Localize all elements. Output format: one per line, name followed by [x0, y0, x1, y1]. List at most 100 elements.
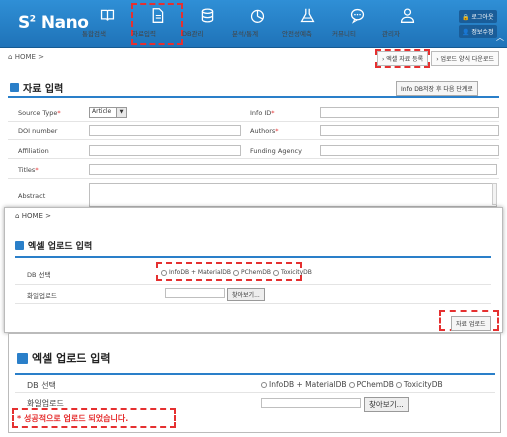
source-type-label: Source Type* [18, 109, 61, 117]
row-divider [15, 392, 495, 393]
row-divider [8, 158, 499, 159]
radio-label: PChemDB [356, 380, 394, 389]
section-divider [15, 256, 491, 258]
titles-label: Titles* [18, 166, 39, 174]
subtabs: › 엑셀 자료 등록 › 업로드 양식 다운로드 [374, 49, 499, 68]
radio-label: PChemDB [241, 269, 271, 276]
document-icon [152, 8, 163, 23]
nav-item-db-manage[interactable]: DB관리 [182, 4, 232, 44]
section-title-text: 엑셀 업로드 입력 [28, 242, 93, 252]
nav-item-analysis[interactable]: 분석/통계 [232, 4, 282, 44]
nav-item-admin[interactable]: 관리자 [382, 4, 432, 44]
radio-label: ToxicityDB [403, 380, 443, 389]
panel-breadcrumb: ⌂ HOME > [15, 212, 51, 220]
nav-label: 커뮤니티 [332, 30, 356, 38]
section-marker-icon [10, 83, 19, 92]
row-divider [8, 139, 499, 140]
authors-field[interactable] [320, 125, 499, 136]
piechart-icon [250, 9, 264, 23]
radio-label: InfoDB + MaterialDB [169, 269, 232, 276]
funding-agency-label: Funding Agency [250, 147, 302, 155]
radio-infodb[interactable] [261, 381, 267, 388]
home-icon[interactable]: ⌂ [15, 212, 19, 220]
titles-field[interactable] [89, 164, 497, 175]
source-type-select[interactable]: Article ▼ [89, 107, 127, 118]
section-divider [8, 96, 499, 98]
section-divider [15, 373, 495, 375]
collapse-icon[interactable]: ︿ [496, 32, 504, 43]
logo-text: S [18, 13, 30, 33]
excel-upload-panel: ⌂ HOME > 엑셀 업로드 입력 DB 선택 InfoDB + Materi… [4, 207, 503, 333]
radio-pchemdb[interactable] [348, 381, 355, 388]
nav-label: DB관리 [182, 30, 204, 38]
browse-button[interactable]: 찾아보기... [227, 288, 265, 301]
authors-label: Authors* [250, 127, 279, 135]
logout-label: 로그아웃 [471, 14, 494, 21]
affiliation-field[interactable] [89, 145, 241, 156]
info-id-field[interactable] [320, 107, 499, 118]
section-title-text: 엑셀 업로드 입력 [32, 352, 111, 365]
success-message: * 성공적으로 업로드 되었습니다. [17, 414, 129, 423]
admin-icon [400, 8, 414, 23]
db-select-label: DB 선택 [27, 381, 56, 390]
doi-field[interactable] [89, 125, 241, 136]
app-logo[interactable]: S2 Nano [18, 13, 89, 33]
info-id-label: Info ID* [250, 109, 275, 117]
database-icon [201, 8, 213, 23]
funding-agency-field[interactable] [320, 145, 499, 156]
abstract-scrollbar[interactable] [492, 183, 497, 205]
file-upload-label: 화일업로드 [27, 292, 57, 300]
excel-section-title: 엑셀 업로드 입력 [15, 239, 92, 252]
abstract-label: Abstract [18, 192, 46, 200]
radio-toxicitydb[interactable] [272, 269, 279, 276]
breadcrumb-text[interactable]: HOME > [15, 53, 44, 61]
section-marker-icon [15, 241, 24, 250]
affiliation-label: Affiliation [18, 147, 49, 155]
abstract-textarea[interactable] [89, 183, 497, 207]
doi-label: DOI number [18, 127, 58, 135]
radio-label: ToxicityDB [280, 269, 312, 276]
flask-icon [299, 8, 315, 23]
book-icon [100, 9, 114, 21]
panel-breadcrumb-text[interactable]: HOME > [22, 212, 51, 220]
tab-excel-upload[interactable]: › 엑셀 자료 등록 [374, 49, 431, 68]
logout-button[interactable]: 🔒 로그아웃 [459, 10, 497, 23]
section-marker-icon [17, 352, 28, 364]
main-menu: 통합검색 자료입력 DB관리 분석/통계 안전성예측 커뮤니티 관리자 [82, 3, 432, 45]
radio-toxicitydb[interactable] [395, 381, 402, 388]
source-type-value: Article [92, 108, 112, 115]
row-divider [8, 121, 499, 122]
db-select-label: DB 선택 [27, 271, 51, 279]
browse-button[interactable]: 찾아보기... [364, 397, 409, 412]
breadcrumb: ⌂ HOME > [8, 53, 44, 61]
save-next-button[interactable]: Info DB저장 후 다음 단계로 [396, 81, 478, 96]
nav-item-search[interactable]: 통합검색 [82, 4, 132, 44]
nav-item-community[interactable]: 커뮤니티 [332, 4, 382, 44]
nav-label: 안전성예측 [282, 30, 312, 38]
file-path-field[interactable] [261, 398, 361, 408]
tab-template-download[interactable]: › 업로드 양식 다운로드 [431, 51, 499, 66]
form-section-title: 자료 입력 [10, 80, 63, 95]
nav-label: 관리자 [382, 30, 400, 38]
file-path-field[interactable] [165, 288, 225, 298]
db-options: InfoDB + MaterialDB PChemDB ToxicityDB [161, 269, 312, 276]
upload-data-button[interactable]: 자료 업로드 [451, 316, 491, 331]
top-navigation-bar: S2 Nano 통합검색 자료입력 DB관리 분석/통계 안전성예측 커뮤니티 [0, 0, 507, 48]
row-divider [15, 303, 491, 304]
radio-infodb[interactable] [161, 269, 167, 276]
row-divider [8, 178, 499, 179]
nav-label: 통합검색 [82, 30, 106, 38]
nav-item-data-input[interactable]: 자료입력 [131, 3, 183, 45]
nav-label: 자료입력 [132, 30, 156, 38]
result-section-title: 엑셀 업로드 입력 [17, 350, 111, 366]
chat-icon [350, 8, 364, 24]
radio-pchemdb[interactable] [233, 269, 240, 276]
myinfo-label: 정보수정 [471, 29, 494, 36]
myinfo-button[interactable]: 👤 정보수정 [459, 25, 497, 38]
home-icon[interactable]: ⌂ [8, 53, 12, 61]
chevron-down-icon: ▼ [116, 108, 126, 117]
row-divider [15, 284, 491, 285]
nav-label: 분석/통계 [232, 30, 259, 38]
section-title-text: 자료 입력 [23, 84, 64, 95]
nav-item-safety[interactable]: 안전성예측 [282, 4, 332, 44]
